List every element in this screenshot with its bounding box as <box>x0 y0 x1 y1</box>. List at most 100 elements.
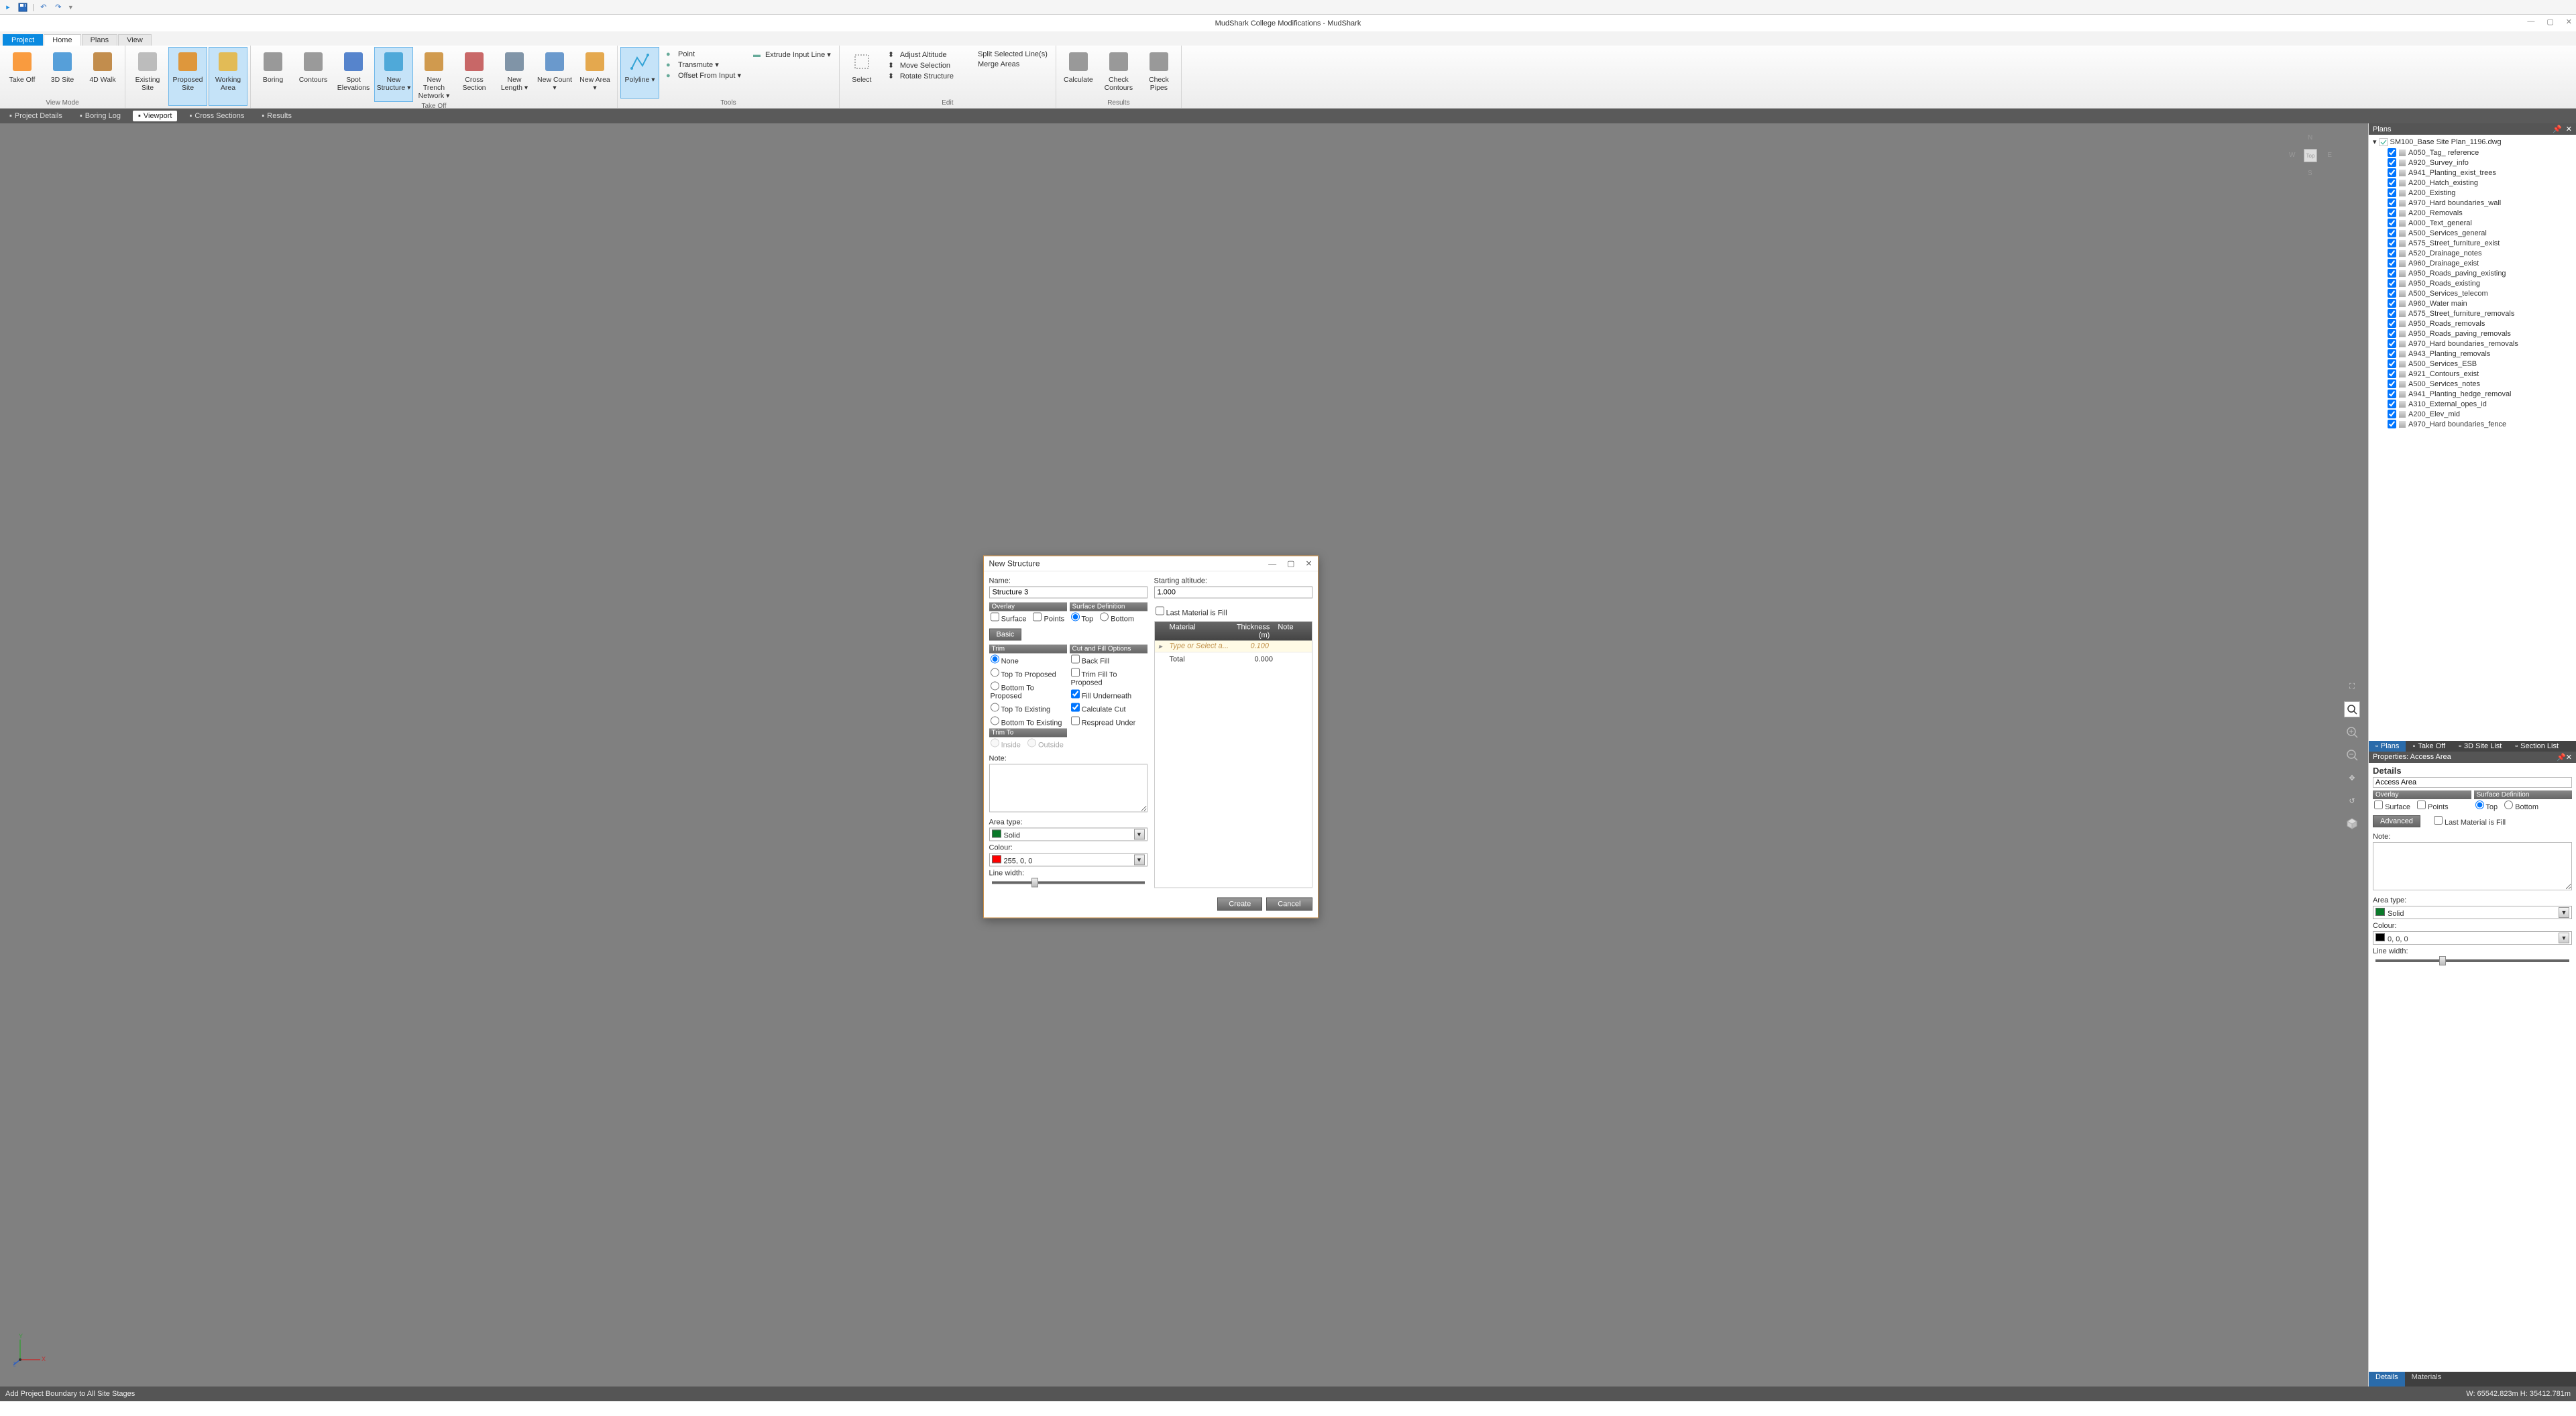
orbit-icon[interactable]: ↺ <box>2344 792 2360 809</box>
subbar-viewport[interactable]: ▪Viewport <box>133 111 178 121</box>
dialog-minimize-icon[interactable]: — <box>1268 558 1276 568</box>
props-points-checkbox[interactable]: Points <box>2417 801 2449 811</box>
basic-button[interactable]: Basic <box>989 628 1022 640</box>
layer-checkbox[interactable] <box>2388 168 2396 177</box>
plans-panel-title[interactable]: Plans 📌✕ <box>2369 123 2576 135</box>
linewidth-slider[interactable] <box>992 881 1145 884</box>
extrude-button[interactable]: ▬Extrude Input Line ▾ <box>750 50 834 60</box>
props-lastmat-checkbox[interactable]: Last Material is Fill <box>2434 816 2506 827</box>
tab-plans[interactable]: Plans <box>82 34 118 46</box>
spot-elevations-button[interactable]: Spot Elevations <box>334 47 373 102</box>
compass-top[interactable]: Top <box>2304 149 2317 162</box>
save-icon[interactable] <box>17 2 28 13</box>
areatype-select[interactable]: Solid ▼ <box>989 827 1147 841</box>
dialog-maximize-icon[interactable]: ▢ <box>1287 558 1294 568</box>
tree-item[interactable]: A921_Contours_exist <box>2370 369 2575 379</box>
tree-item[interactable]: A500_Services_notes <box>2370 379 2575 389</box>
layer-checkbox[interactable] <box>2388 279 2396 288</box>
view-cube-icon[interactable] <box>2344 815 2360 831</box>
tree-item[interactable]: A500_Services_ESB <box>2370 359 2575 369</box>
point-button[interactable]: ●Point <box>663 50 744 59</box>
plans-tree[interactable]: ▾ SM100_Base Site Plan_1196.dwg A050_Tag… <box>2369 135 2576 741</box>
trim-option[interactable]: Top To Existing <box>989 701 1067 715</box>
props-name-input[interactable] <box>2373 777 2572 788</box>
subbar-cross-sections[interactable]: ▪Cross Sections <box>184 111 249 121</box>
undo-icon[interactable]: ↶ <box>38 2 49 13</box>
points-checkbox[interactable]: Points <box>1033 612 1064 623</box>
cutfill-option[interactable]: Fill Underneath <box>1070 688 1147 701</box>
select-button[interactable]: Select <box>842 47 881 99</box>
props-note-textarea[interactable] <box>2373 842 2572 890</box>
calculate-button[interactable]: Calculate <box>1059 47 1098 99</box>
3d-site-button[interactable]: 3D Site <box>43 47 82 99</box>
props-areatype-select[interactable]: Solid ▼ <box>2373 906 2572 919</box>
tree-item[interactable]: A310_External_opes_id <box>2370 399 2575 409</box>
panel-close-icon[interactable]: ✕ <box>2566 754 2572 762</box>
list-tab-plans[interactable]: ▫Plans <box>2369 741 2406 752</box>
layer-checkbox[interactable] <box>2388 198 2396 207</box>
tab-view[interactable]: View <box>118 34 152 46</box>
zoom-out-icon[interactable] <box>2344 747 2360 763</box>
advanced-button[interactable]: Advanced <box>2373 815 2420 827</box>
working-area-button[interactable]: Working Area <box>209 47 247 106</box>
new-area-button[interactable]: New Area ▾ <box>575 47 614 102</box>
material-row-hint[interactable]: ▸ Type or Select a... 0.100 <box>1155 640 1312 652</box>
props-top-radio[interactable]: Top <box>2475 801 2498 811</box>
layer-checkbox[interactable] <box>2388 269 2396 278</box>
close-icon[interactable]: ✕ <box>2566 17 2572 26</box>
check-contours-button[interactable]: Check Contours <box>1099 47 1138 99</box>
layer-checkbox[interactable] <box>2388 379 2396 388</box>
trim-option[interactable]: Top To Proposed <box>989 666 1067 680</box>
layer-checkbox[interactable] <box>2388 239 2396 247</box>
tree-item[interactable]: A943_Planting_removals <box>2370 349 2575 359</box>
maximize-icon[interactable]: ▢ <box>2546 17 2553 26</box>
cutfill-option[interactable]: Respread Under <box>1070 715 1147 728</box>
props-colour-select[interactable]: 0, 0, 0 ▼ <box>2373 931 2572 945</box>
tree-item[interactable]: A575_Street_furniture_exist <box>2370 238 2575 248</box>
layer-checkbox[interactable] <box>2388 219 2396 227</box>
layer-checkbox[interactable] <box>2388 390 2396 398</box>
tree-item[interactable]: A941_Planting_hedge_removal <box>2370 389 2575 399</box>
list-tab-take-off[interactable]: ▫Take Off <box>2406 741 2452 752</box>
create-button[interactable]: Create <box>1217 897 1262 910</box>
props-title[interactable]: Properties: Access Area 📌✕ <box>2369 752 2576 763</box>
layer-checkbox[interactable] <box>2388 319 2396 328</box>
new-structure-button[interactable]: New Structure ▾ <box>374 47 413 102</box>
pin-icon[interactable]: 📌 <box>2557 754 2566 762</box>
layer-checkbox[interactable] <box>2388 329 2396 338</box>
list-tab-3d-site-list[interactable]: ▫3D Site List <box>2452 741 2508 752</box>
collapse-icon[interactable]: ▾ <box>2373 137 2377 146</box>
layer-checkbox[interactable] <box>2388 309 2396 318</box>
layer-checkbox[interactable] <box>2388 148 2396 157</box>
list-tab-section-list[interactable]: ▫Section List <box>2508 741 2565 752</box>
trim-option[interactable]: Bottom To Existing <box>989 715 1067 728</box>
split-lines-button[interactable]: Split Selected Line(s) <box>963 50 1050 59</box>
tab-home[interactable]: Home <box>44 34 80 46</box>
tree-item[interactable]: A500_Services_general <box>2370 228 2575 238</box>
top-radio[interactable]: Top <box>1071 612 1094 623</box>
chevron-down-icon[interactable]: ▼ <box>1134 854 1145 865</box>
bottom-tab-materials[interactable]: Materials <box>2405 1372 2449 1386</box>
new-length-button[interactable]: New Length ▾ <box>495 47 534 102</box>
tree-item[interactable]: A200_Elev_mid <box>2370 409 2575 419</box>
tree-item[interactable]: A050_Tag_ reference <box>2370 148 2575 158</box>
tree-item[interactable]: A575_Street_furniture_removals <box>2370 308 2575 318</box>
dialog-title-bar[interactable]: New Structure — ▢ ✕ <box>984 556 1318 571</box>
polyline-button[interactable]: Polyline ▾ <box>620 47 659 99</box>
layer-checkbox[interactable] <box>2388 359 2396 368</box>
tree-root[interactable]: ▾ SM100_Base Site Plan_1196.dwg <box>2370 136 2575 148</box>
layer-checkbox[interactable] <box>2388 229 2396 237</box>
tree-item[interactable]: A200_Hatch_existing <box>2370 178 2575 188</box>
contours-button[interactable]: Contours <box>294 47 333 102</box>
tree-item[interactable]: A950_Roads_paving_removals <box>2370 329 2575 339</box>
layer-checkbox[interactable] <box>2388 349 2396 358</box>
boring-button[interactable]: Boring <box>254 47 292 102</box>
chevron-down-icon[interactable]: ▼ <box>1134 829 1145 839</box>
4d-walk-button[interactable]: 4D Walk <box>83 47 122 99</box>
altitude-input[interactable] <box>1154 586 1312 598</box>
compass-widget[interactable]: N S W E Top <box>2289 134 2332 177</box>
subbar-boring-log[interactable]: ▪Boring Log <box>74 111 126 121</box>
take-off-button[interactable]: Take Off <box>3 47 42 99</box>
pan-icon[interactable]: ✥ <box>2344 770 2360 786</box>
layer-checkbox[interactable] <box>2388 249 2396 257</box>
